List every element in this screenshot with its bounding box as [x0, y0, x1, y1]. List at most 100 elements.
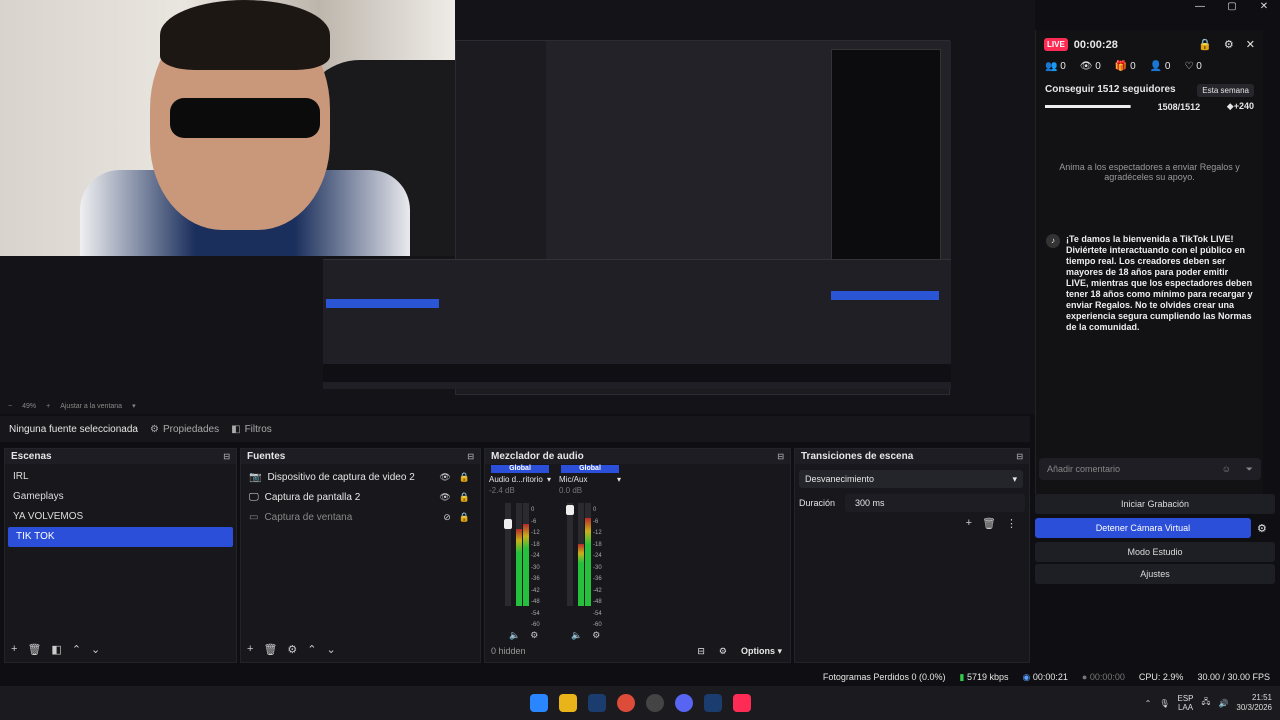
steam-icon[interactable] — [704, 694, 722, 712]
add-icon[interactable]: + — [966, 517, 972, 530]
diamond-icon: ◆ — [1226, 101, 1234, 111]
eye-hidden-icon[interactable]: ⊘ — [443, 512, 451, 523]
source-item[interactable]: 📷 Dispositivo de captura de video 2 👁 🔒 — [241, 467, 480, 487]
stop-virtual-camera-button[interactable]: Detener Cámara Virtual — [1035, 518, 1251, 538]
discord-icon[interactable] — [675, 694, 693, 712]
db-scale-tick: -48 — [593, 599, 602, 605]
lock-icon[interactable]: 🔒 — [459, 512, 470, 523]
db-scale: 0 -6 -12 -18 -24 -30 -36 -42 -48 -54 -60 — [531, 505, 540, 632]
arrow-up-icon[interactable]: ⌃ — [307, 643, 316, 656]
windows-start-icon[interactable] — [530, 694, 548, 712]
more-icon[interactable]: ⋮ — [1006, 517, 1017, 530]
goal-progress: 1508/1512 — [1157, 101, 1201, 112]
goal-progress-bar — [1045, 105, 1131, 108]
duration-input[interactable]: 300 ms — [845, 494, 1025, 512]
filters-button[interactable]: ◧ Filtros — [231, 424, 272, 435]
trash-icon[interactable]: 🗑 — [27, 643, 41, 656]
transition-select[interactable]: Desvanecimiento ▾ — [799, 470, 1023, 488]
file-explorer-icon[interactable] — [559, 694, 577, 712]
db-scale-tick: -12 — [593, 530, 602, 536]
scene-item[interactable]: Gameplays — [5, 487, 236, 507]
eye-icon[interactable]: 👁 — [439, 472, 450, 483]
source-item[interactable]: ▭ Captura de ventana ⊘ 🔒 — [241, 507, 480, 527]
gear-icon[interactable]: ⚙ — [287, 643, 297, 656]
volume-icon[interactable]: 🔊 — [1218, 699, 1228, 708]
volume-slider-handle[interactable] — [566, 505, 574, 515]
no-source-label: Ninguna fuente seleccionada — [9, 423, 138, 435]
scenes-dock: Escenas ⊟ IRL Gameplays YA VOLVEMOS TIK T… — [4, 448, 237, 663]
likes-stat: ♡ 0 — [1184, 61, 1202, 72]
chrome-icon[interactable] — [617, 694, 635, 712]
arrow-down-icon[interactable]: ⌄ — [91, 643, 100, 656]
fit-window-label[interactable]: Ajustar a la ventana — [60, 403, 122, 410]
dock-menu-icon[interactable]: ⊟ — [467, 452, 474, 461]
channel-db: 0.0 dB — [559, 486, 583, 495]
gear-icon[interactable]: ⚙ — [530, 630, 538, 641]
trash-icon[interactable]: 🗑 — [263, 643, 277, 656]
volume-slider-handle[interactable] — [504, 519, 512, 529]
volume-slider-track[interactable] — [567, 503, 573, 606]
start-recording-button[interactable]: Iniciar Grabación — [1035, 494, 1275, 514]
settings-button[interactable]: Ajustes — [1035, 564, 1275, 584]
lock-icon[interactable]: 🔒 — [459, 492, 470, 503]
goal-period[interactable]: Esta semana — [1197, 84, 1254, 97]
chevron-down-icon[interactable]: ▾ — [617, 475, 621, 484]
dock-menu-icon[interactable]: ⊟ — [1016, 452, 1023, 461]
maximize-icon[interactable]: ▢ — [1216, 0, 1248, 14]
gear-icon[interactable]: ⚙ — [1257, 522, 1267, 535]
filter-icon: ◧ — [231, 423, 241, 435]
properties-button[interactable]: ⚙ Propiedades — [150, 424, 219, 435]
chevron-down-icon[interactable]: ▾ — [547, 475, 551, 484]
gifts-stat: 🎁 0 — [1114, 61, 1136, 72]
lock-icon[interactable]: 🔒 — [1198, 38, 1212, 51]
db-scale-tick: -18 — [593, 541, 602, 548]
close-icon[interactable]: ✕ — [1246, 38, 1255, 51]
emoji-icon[interactable]: ☺ — [1222, 458, 1231, 480]
zoom-in-icon[interactable]: + — [46, 403, 50, 410]
chevron-down-icon[interactable]: ▾ — [132, 402, 136, 410]
speaker-icon[interactable]: 🔈 — [571, 630, 582, 641]
studio-mode-button[interactable]: Modo Estudio — [1035, 542, 1275, 562]
scene-item-selected[interactable]: TIK TOK — [8, 527, 233, 547]
preview-canvas[interactable] — [0, 0, 1035, 398]
minimize-icon[interactable]: — — [1184, 0, 1216, 14]
hidden-count[interactable]: 0 hidden — [491, 646, 526, 656]
source-item[interactable]: 🖵 Captura de pantalla 2 👁 🔒 — [241, 487, 480, 507]
live-badge: LIVE — [1044, 38, 1068, 51]
lock-icon[interactable]: 🔒 — [459, 472, 470, 483]
add-icon[interactable]: + — [247, 643, 253, 656]
clock[interactable]: 21:51 30/3/2026 — [1236, 693, 1272, 713]
tiktok-icon[interactable] — [733, 694, 751, 712]
obs-icon[interactable] — [646, 694, 664, 712]
link-icon[interactable]: ⚙ — [719, 646, 727, 657]
chevron-up-icon[interactable]: ⌃ — [1145, 699, 1152, 708]
settings-icon[interactable]: ⚙ — [1224, 38, 1234, 51]
trash-icon[interactable]: 🗑 — [982, 517, 996, 530]
mixer-title: Mezclador de audio — [491, 451, 584, 462]
db-scale-tick: -48 — [531, 599, 540, 605]
gear-icon[interactable]: ⚙ — [592, 630, 600, 641]
speaker-icon[interactable]: 🔈 — [509, 630, 520, 641]
scene-item[interactable]: YA VOLVEMOS — [5, 507, 236, 527]
comment-input[interactable]: Añadir comentario ☺ ⏷ — [1039, 458, 1261, 480]
close-icon[interactable]: ✕ — [1248, 0, 1280, 14]
mic-icon[interactable]: 🎙 — [1159, 699, 1169, 708]
filter-icon[interactable]: ◧ — [51, 643, 61, 656]
dock-menu-icon[interactable]: ⊟ — [223, 452, 230, 461]
controls-dock: Iniciar Grabación Detener Cámara Virtual… — [1035, 492, 1275, 586]
arrow-up-icon[interactable]: ⌃ — [72, 643, 81, 656]
arrow-down-icon[interactable]: ⌄ — [327, 643, 336, 656]
layout-icon[interactable]: ⊟ — [697, 646, 705, 657]
network-icon[interactable]: 🖧 — [1202, 696, 1211, 710]
dock-menu-icon[interactable]: ⊟ — [777, 452, 784, 461]
live-stats: 👥 0 👁 0 🎁 0 👤 0 ♡ 0 — [1036, 59, 1263, 74]
zoom-out-icon[interactable]: − — [8, 403, 12, 410]
scene-item[interactable]: IRL — [5, 467, 236, 487]
language-indicator[interactable]: ESP LAA — [1178, 694, 1194, 712]
eye-icon[interactable]: 👁 — [439, 492, 450, 503]
filter-icon[interactable]: ⏷ — [1246, 458, 1253, 480]
options-button[interactable]: Options ▾ — [741, 646, 782, 657]
steam-icon[interactable] — [588, 694, 606, 712]
add-icon[interactable]: + — [11, 643, 17, 656]
stream-time: 00:00:21 — [1032, 671, 1068, 682]
